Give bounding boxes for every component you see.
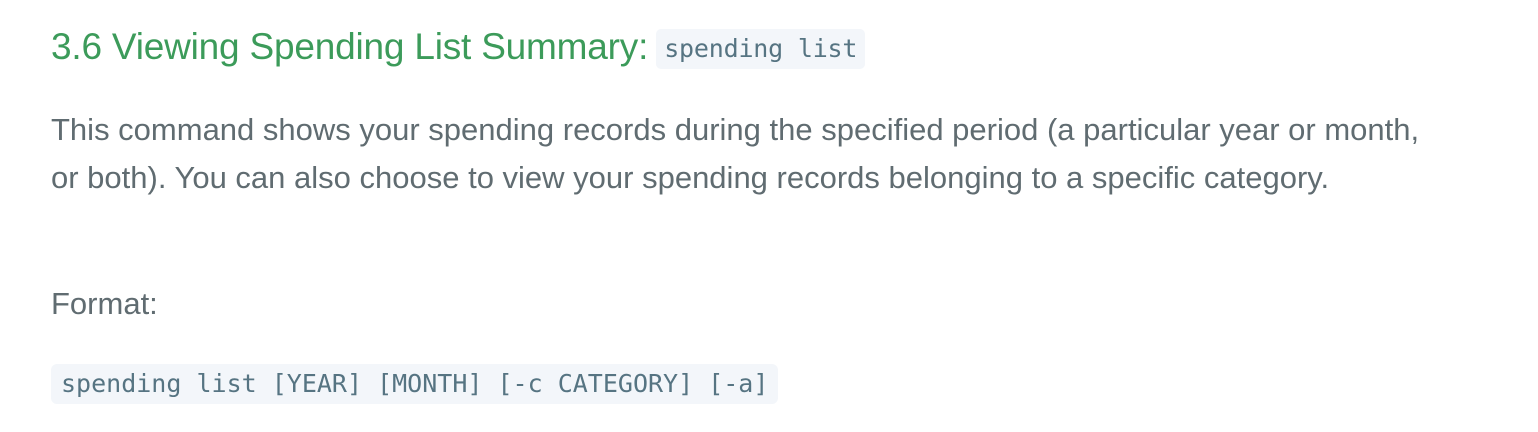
heading-command-code: spending list	[656, 29, 866, 69]
section-heading: 3.6 Viewing Spending List Summary: spendi…	[51, 24, 866, 70]
format-label: Format:	[51, 286, 158, 321]
section-heading-text: 3.6 Viewing Spending List Summary:	[51, 26, 649, 67]
format-syntax-code: spending list [YEAR] [MONTH] [-c CATEGOR…	[51, 364, 779, 404]
command-description: This command shows your spending records…	[51, 112, 1420, 195]
